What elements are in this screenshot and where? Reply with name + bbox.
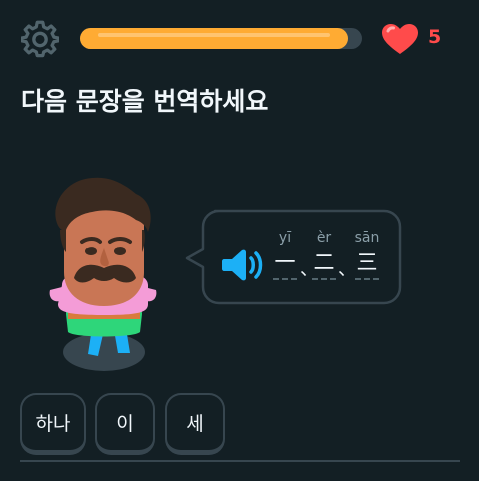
word-chip-3[interactable]: 세 <box>165 393 225 455</box>
word-chip-1[interactable]: 하나 <box>20 393 86 455</box>
token-pinyin: sān <box>354 230 380 246</box>
token-pinyin: yī <box>278 230 292 246</box>
token-1[interactable]: yī 一 <box>266 229 304 280</box>
word-chip-2[interactable]: 이 <box>95 393 155 455</box>
character-illustration <box>49 177 157 371</box>
token-hanzi[interactable]: 一 <box>266 249 304 280</box>
heart-icon <box>382 24 418 54</box>
top-bar: 5 <box>0 0 479 78</box>
lesson-progress-bar <box>80 28 362 49</box>
hearts-count: 5 <box>428 26 442 48</box>
word-bank: 하나 이 세 <box>20 393 460 455</box>
progress-shine <box>98 33 330 37</box>
token-hanzi[interactable]: 三 <box>348 249 386 280</box>
answer-divider <box>20 460 460 462</box>
gear-icon[interactable] <box>21 20 59 58</box>
heart-shape <box>382 24 418 54</box>
speech-bubble: yī 一 、 èr 二 、 sān 三 <box>185 209 402 305</box>
lesson-progress-fill <box>80 28 348 49</box>
speaker-icon[interactable] <box>222 247 264 283</box>
token-pinyin: èr <box>316 230 332 246</box>
token-3[interactable]: sān 三 <box>348 229 386 280</box>
page-title: 다음 문장을 번역하세요 <box>21 87 269 116</box>
